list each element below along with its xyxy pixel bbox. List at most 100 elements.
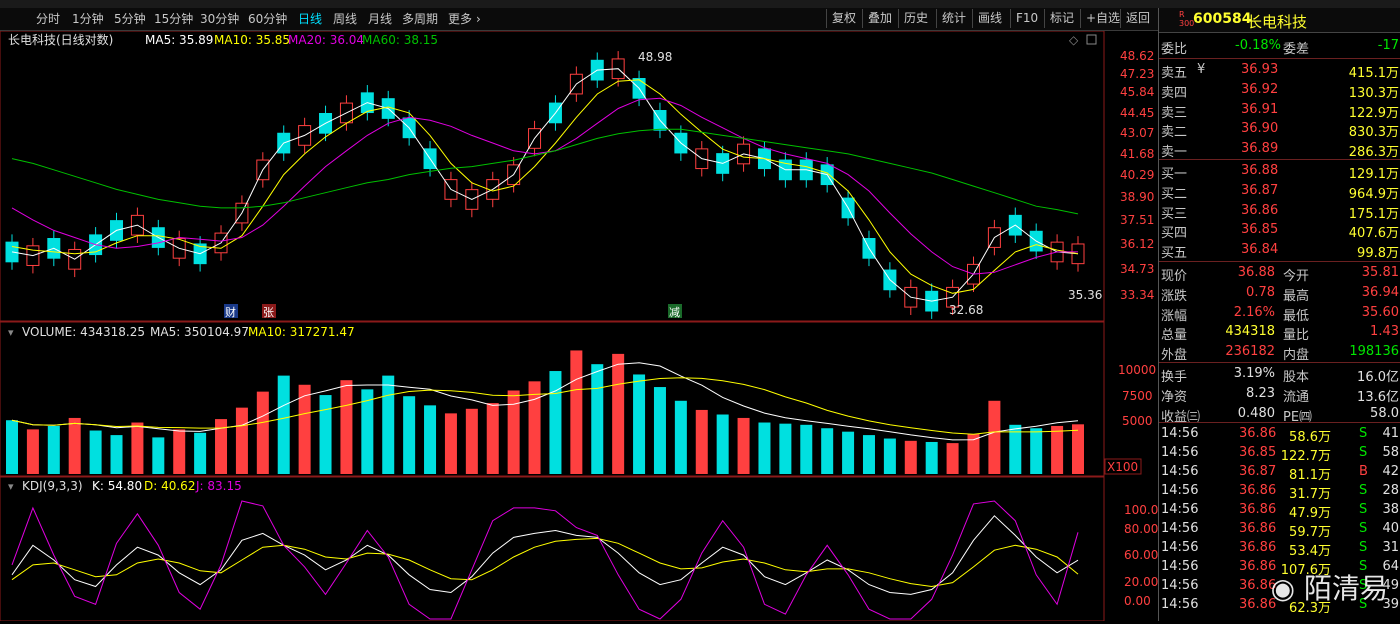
period-tab-multi[interactable]: 多周期 [402, 10, 438, 28]
bid-price: 36.85 [1241, 222, 1279, 238]
low-price-label: 32.68 [949, 303, 983, 317]
bid-price: 36.84 [1241, 242, 1279, 258]
tick-volume: 59.7万 [1289, 525, 1331, 540]
volume-bar [842, 431, 855, 474]
kdj-title: KDJ(9,3,3) [22, 479, 83, 493]
stat-label: 外盘 [1161, 348, 1188, 364]
chevron-right-icon[interactable]: › [476, 10, 481, 28]
tick-row: 14:56 36.86 58.6万 S 41 [1159, 425, 1400, 445]
f10-button[interactable]: F10 [1010, 9, 1043, 28]
tick-side: B [1359, 464, 1368, 479]
stat-label: 今开 [1283, 269, 1310, 284]
stat-label: 总量 [1161, 328, 1188, 344]
bid-level-row: 买三 36.86 175.1万 [1159, 202, 1400, 222]
stock-name: 长电科技 [1247, 13, 1308, 31]
restore-rights-button[interactable]: 复权 [826, 9, 861, 28]
period-tab-weekly[interactable]: 周线 [333, 10, 357, 28]
period-tab-5min[interactable]: 5分钟 [114, 10, 146, 28]
back-button[interactable]: 返回 [1120, 9, 1155, 28]
high-price-label: 48.98 [638, 50, 672, 64]
marker-label: 财 [225, 305, 236, 319]
fundamental-row: 净资 8.23 流通 13.6亿 [1159, 385, 1400, 405]
period-tab-60min[interactable]: 60分钟 [248, 10, 287, 28]
volume-bar [89, 430, 102, 474]
period-tab-timeshare[interactable]: 分时 [36, 10, 60, 28]
volume-ytick: 10000 [1118, 363, 1156, 377]
volume-ma5-label: MA5: 350104.97 [150, 325, 249, 339]
tick-time: 14:56 [1161, 521, 1199, 536]
market-badge-bottom: 300 [1179, 19, 1195, 28]
volume-bar [653, 387, 666, 474]
chart-area[interactable]: 长电科技(日线对数) MA5: 35.89 MA10: 35.85 MA20: … [0, 30, 1166, 622]
statistics-button[interactable]: 统计 [936, 9, 971, 28]
draw-line-button[interactable]: 画线 [972, 9, 1007, 28]
volume-bar [444, 413, 457, 474]
panel-toggle-icon[interactable]: ▾ [8, 326, 14, 339]
kdj-d-label: D: 40.62 [144, 479, 195, 493]
fund-label: 流通 [1283, 389, 1310, 405]
period-tab-daily[interactable]: 日线 [298, 10, 322, 28]
ask-volume: 830.3万 [1348, 125, 1399, 141]
stat-value: 0.78 [1246, 284, 1275, 300]
period-tab-30min[interactable]: 30分钟 [200, 10, 239, 28]
tick-time: 14:56 [1161, 578, 1199, 593]
ask-price: 36.93 [1241, 62, 1279, 77]
bid-level-row: 买四 36.85 407.6万 [1159, 221, 1400, 242]
tick-count: 58 [1382, 445, 1399, 460]
maximize-icon[interactable] [1086, 34, 1097, 45]
history-button[interactable]: 历史 [898, 9, 933, 28]
ma5-label: MA5: 35.89 [145, 33, 213, 47]
bid-volume: 964.9万 [1348, 186, 1399, 202]
watermark-text: 陌清易 [1303, 572, 1388, 605]
order-ratio-row: 委比 -0.18% 委差 -17 [1159, 37, 1400, 57]
last-price-label: 35.36 [1068, 288, 1102, 302]
tick-time: 14:56 [1161, 483, 1199, 498]
stat-value: 434318 [1225, 324, 1275, 340]
period-tab-monthly[interactable]: 月线 [368, 10, 392, 28]
bid-price: 36.86 [1241, 202, 1279, 218]
tick-time: 14:56 [1161, 597, 1199, 612]
period-tab-more[interactable]: 更多 [448, 10, 472, 28]
fund-value: 0.480 [1237, 405, 1275, 421]
add-watchlist-button[interactable]: +自选 [1080, 9, 1125, 28]
volume-unit: X100 [1107, 460, 1138, 474]
tick-time: 14:56 [1161, 540, 1199, 555]
tick-volume: 31.7万 [1289, 487, 1331, 502]
tick-row: 14:56 36.86 59.7万 S 40 [1159, 520, 1400, 540]
panel-toggle-icon[interactable]: ▾ [8, 480, 14, 493]
volume-bar [382, 375, 395, 474]
ask-level-row: 卖三 36.91 122.9万 [1159, 101, 1400, 121]
volume-bar [800, 424, 813, 474]
tick-count: 31 [1382, 540, 1399, 555]
stat-value: 36.94 [1361, 284, 1399, 300]
main-ytick: 45.84 [1120, 85, 1154, 99]
kline-chart[interactable]: 长电科技(日线对数) MA5: 35.89 MA10: 35.85 MA20: … [0, 30, 1166, 622]
tick-row: 14:56 36.86 53.4万 S 31 [1159, 539, 1400, 559]
bid-level-label: 买四 [1161, 226, 1188, 242]
stat-label: 涨跌 [1161, 288, 1188, 304]
fund-value: 58.0 [1370, 405, 1399, 421]
mark-button[interactable]: 标记 [1044, 9, 1079, 28]
ask-volume: 130.3万 [1348, 85, 1399, 101]
tick-row: 14:56 36.87 81.1万 B 42 [1159, 463, 1400, 483]
tick-price: 36.87 [1239, 464, 1277, 479]
tick-time: 14:56 [1161, 445, 1199, 460]
bid-price: 36.88 [1241, 163, 1279, 178]
overlay-button[interactable]: 叠加 [862, 9, 897, 28]
volume-bar [695, 409, 708, 474]
tick-count: 38 [1382, 502, 1399, 517]
fundamental-row: 换手 3.19% 股本 16.0亿 [1159, 365, 1400, 385]
stat-label: 最高 [1283, 288, 1310, 304]
kdj-j-label: J: 83.15 [195, 479, 242, 493]
bid-level-label: 买一 [1161, 167, 1188, 182]
tick-price: 36.86 [1239, 521, 1277, 536]
period-tab-1min[interactable]: 1分钟 [72, 10, 104, 28]
tick-volume: 58.6万 [1289, 430, 1331, 445]
ask-level-label: 卖五 [1161, 66, 1188, 81]
diamond-icon[interactable]: ◇ [1069, 33, 1079, 47]
stat-label: 量比 [1283, 328, 1310, 344]
volume-title: VOLUME: 434318.25 [22, 325, 145, 339]
stat-value: 1.43 [1370, 324, 1399, 340]
period-tab-15min[interactable]: 15分钟 [154, 10, 193, 28]
tick-count: 28 [1382, 483, 1399, 498]
